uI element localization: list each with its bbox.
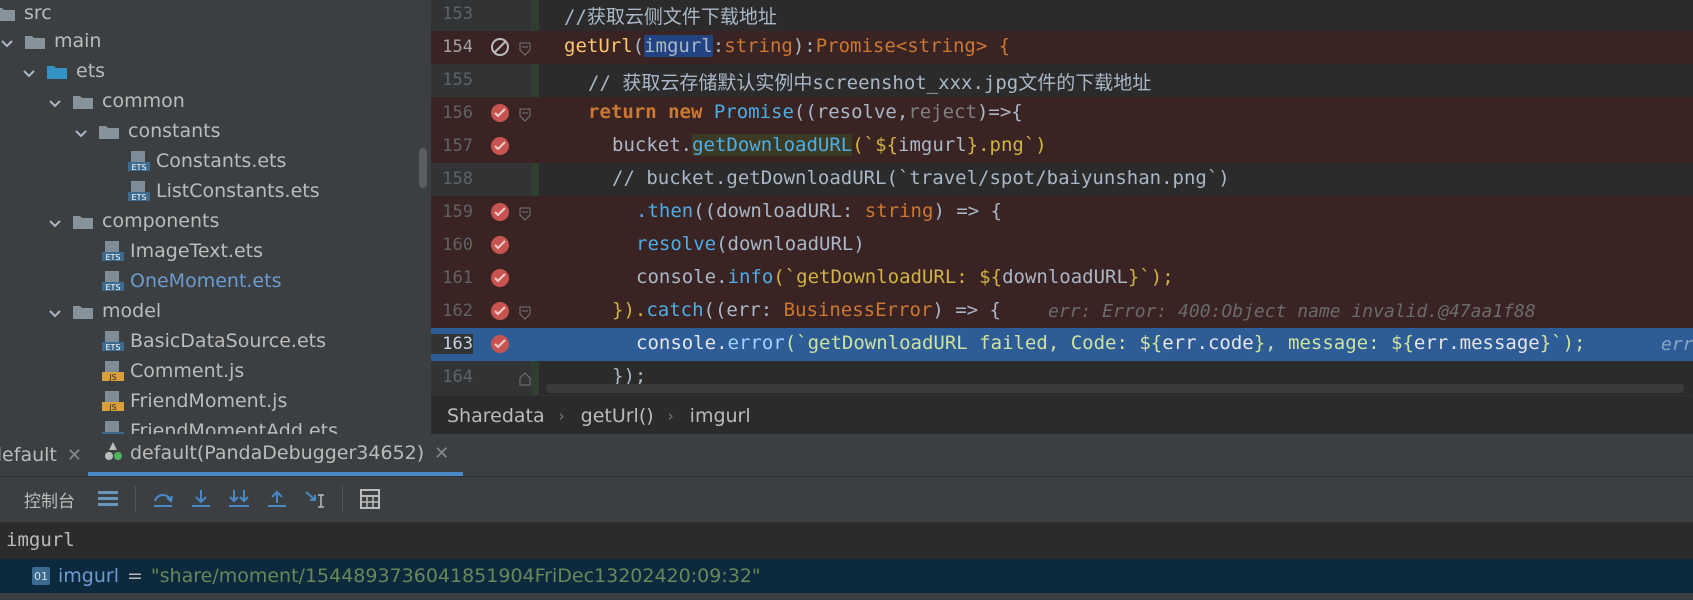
run-to-cursor-icon[interactable] bbox=[302, 486, 328, 512]
svg-text:ETS: ETS bbox=[105, 283, 120, 292]
breakpoint-muted-icon[interactable] bbox=[490, 37, 510, 57]
tree-item-comment-js[interactable]: JS Comment.js bbox=[102, 356, 244, 386]
fold-end-icon[interactable] bbox=[519, 371, 531, 386]
debugger-session-icon bbox=[102, 440, 124, 467]
debug-session-tabs: default ✕ default(PandaDebugger34652) ✕ bbox=[0, 434, 1693, 477]
svg-text:JS: JS bbox=[108, 373, 116, 382]
ets-file-icon: ETS bbox=[128, 150, 150, 172]
code-line[interactable]: 156 return new Promise((resolve,reject)=… bbox=[431, 97, 1693, 130]
tab-panda-debugger[interactable]: default(PandaDebugger34652) ✕ bbox=[88, 434, 464, 476]
tree-item-onemoment-ets[interactable]: ETS OneMoment.ets bbox=[102, 266, 281, 296]
close-icon[interactable]: ✕ bbox=[434, 443, 449, 464]
debug-toolbar: 控制台 bbox=[0, 477, 1693, 521]
breakpoint-verified-icon[interactable] bbox=[490, 103, 510, 123]
tree-scrollbar[interactable] bbox=[419, 148, 427, 188]
folder-icon bbox=[72, 213, 94, 230]
breadcrumb-item[interactable]: Sharedata bbox=[447, 405, 545, 427]
ets-file-icon: ETS bbox=[102, 420, 124, 434]
chevron-down-icon bbox=[74, 124, 88, 138]
folder-icon bbox=[72, 303, 94, 320]
js-file-icon: JS bbox=[102, 390, 124, 412]
ets-file-icon: ETS bbox=[102, 330, 124, 352]
tree-item-constants[interactable]: constants bbox=[74, 116, 221, 146]
chevron-down-icon bbox=[0, 34, 14, 48]
tab-default[interactable]: default ✕ bbox=[0, 434, 82, 476]
close-icon[interactable]: ✕ bbox=[67, 445, 82, 466]
evaluate-input[interactable]: imgurl bbox=[0, 522, 1693, 559]
svg-text:ETS: ETS bbox=[131, 163, 146, 172]
code-line[interactable]: 158 // bucket.getDownloadURL(`travel/spo… bbox=[431, 163, 1693, 196]
code-line[interactable]: 157 bucket.getDownloadURL(`${imgurl}.png… bbox=[431, 130, 1693, 163]
step-into-icon[interactable] bbox=[188, 486, 214, 512]
editor-horizontal-scrollbar[interactable] bbox=[546, 384, 1684, 393]
console-tab[interactable]: 控制台 bbox=[24, 487, 75, 512]
code-editor[interactable]: 153 //获取云侧文件下载地址 154 getUrl(imgurl:strin… bbox=[431, 0, 1693, 395]
svg-text:ETS: ETS bbox=[131, 193, 146, 202]
chevron-down-icon bbox=[48, 94, 62, 108]
tree-item-common[interactable]: common bbox=[48, 86, 185, 116]
code-line[interactable]: 155 // 获取云存储默认实例中screenshot_xxx.jpg文件的下载… bbox=[431, 64, 1693, 97]
tree-item-ets[interactable]: ets bbox=[22, 56, 105, 86]
breadcrumb-item[interactable]: imgurl bbox=[690, 405, 751, 427]
ets-file-icon: ETS bbox=[102, 270, 124, 292]
svg-text:ETS: ETS bbox=[105, 343, 120, 352]
force-step-into-icon[interactable] bbox=[226, 486, 252, 512]
code-line[interactable]: 154 getUrl(imgurl:string):Promise<string… bbox=[431, 31, 1693, 64]
evaluate-expression-icon[interactable] bbox=[357, 486, 383, 512]
tree-item-src[interactable]: src bbox=[0, 0, 52, 28]
debug-panel: default ✕ default(PandaDebugger34652) ✕ … bbox=[0, 434, 1693, 600]
folder-icon bbox=[72, 93, 94, 110]
folder-icon bbox=[98, 123, 120, 140]
breakpoint-verified-icon[interactable] bbox=[490, 235, 510, 255]
project-tree: src main ets common constants ETS Consta… bbox=[0, 0, 431, 434]
tree-item-basicdatasource-ets[interactable]: ETS BasicDataSource.ets bbox=[102, 326, 326, 356]
chevron-down-icon bbox=[48, 304, 62, 318]
show-frames-icon[interactable] bbox=[95, 486, 121, 512]
code-line[interactable]: 161 console.info(`getDownloadURL: ${down… bbox=[431, 262, 1693, 295]
inline-debug-value: err bbox=[1661, 334, 1693, 355]
fold-icon[interactable] bbox=[519, 305, 531, 320]
chevron-down-icon bbox=[22, 64, 36, 78]
breakpoint-verified-icon[interactable] bbox=[490, 301, 510, 321]
svg-text:JS: JS bbox=[108, 403, 116, 412]
chevron-down-icon bbox=[48, 214, 62, 228]
fold-icon[interactable] bbox=[519, 206, 531, 221]
fold-icon[interactable] bbox=[519, 107, 531, 122]
variable-result-row[interactable]: 01 imgurl = "share/moment/15448937360418… bbox=[0, 559, 1693, 593]
inline-debug-value: err: Error: 400:Object name invalid.@47a… bbox=[1048, 301, 1536, 322]
ets-file-icon: ETS bbox=[128, 180, 150, 202]
chevron-right-icon: › bbox=[558, 406, 565, 425]
code-line[interactable]: 159 .then((downloadURL: string) => { bbox=[431, 196, 1693, 229]
code-line[interactable]: 162 }).catch((err: BusinessError) => { e… bbox=[431, 295, 1693, 328]
execution-point-line[interactable]: 163 console.error(`getDownloadURL failed… bbox=[431, 328, 1693, 361]
breadcrumb-item[interactable]: getUrl() bbox=[581, 405, 654, 427]
step-out-icon[interactable] bbox=[264, 486, 290, 512]
folder-icon bbox=[0, 5, 16, 22]
code-line[interactable]: 153 //获取云侧文件下载地址 bbox=[431, 0, 1693, 31]
step-over-icon[interactable] bbox=[150, 486, 176, 512]
folder-icon bbox=[24, 33, 46, 50]
fold-icon[interactable] bbox=[519, 41, 531, 56]
tree-item-friendmoment-js[interactable]: JS FriendMoment.js bbox=[102, 386, 287, 416]
chevron-right-icon: › bbox=[667, 406, 674, 425]
tree-item-listconstants-ets[interactable]: ETS ListConstants.ets bbox=[128, 176, 320, 206]
code-line[interactable]: 160 resolve(downloadURL) bbox=[431, 229, 1693, 262]
ets-file-icon: ETS bbox=[102, 240, 124, 262]
primitive-value-icon: 01 bbox=[32, 567, 50, 585]
breakpoint-verified-icon[interactable] bbox=[490, 202, 510, 222]
tree-item-constants-ets[interactable]: ETS Constants.ets bbox=[128, 146, 286, 176]
tree-item-friendmomentadd-ets[interactable]: ETS FriendMomentAdd.ets bbox=[102, 416, 338, 434]
tree-item-components[interactable]: components bbox=[48, 206, 219, 236]
breadcrumb: Sharedata › getUrl() › imgurl bbox=[431, 395, 1693, 435]
js-file-icon: JS bbox=[102, 360, 124, 382]
tree-item-imagetext-ets[interactable]: ETS ImageText.ets bbox=[102, 236, 263, 266]
breakpoint-verified-icon[interactable] bbox=[490, 334, 510, 354]
breakpoint-verified-icon[interactable] bbox=[490, 136, 510, 156]
tree-item-model[interactable]: model bbox=[48, 296, 161, 326]
breakpoint-verified-icon[interactable] bbox=[490, 268, 510, 288]
tree-item-main[interactable]: main bbox=[0, 26, 101, 56]
svg-text:ETS: ETS bbox=[105, 253, 120, 262]
source-folder-icon bbox=[46, 63, 68, 80]
